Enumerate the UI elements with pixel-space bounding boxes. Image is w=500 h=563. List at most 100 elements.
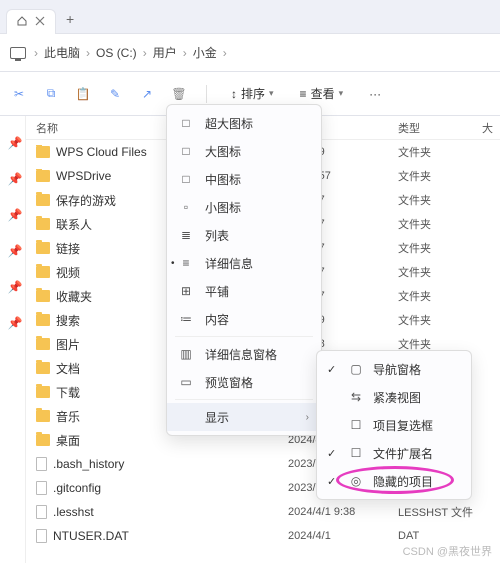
menu-item[interactable]: □中图标 (167, 165, 321, 193)
menu-separator (175, 399, 313, 400)
this-pc-icon[interactable] (10, 47, 26, 59)
folder-icon (36, 218, 50, 230)
menu-label: 大图标 (205, 143, 241, 160)
column-type[interactable]: 类型 (392, 120, 482, 136)
chevron-down-icon: ▾ (339, 88, 344, 99)
view-option-icon: ≔ (179, 312, 193, 326)
folder-icon (36, 338, 50, 350)
view-button[interactable]: ≡ 查看 ▾ (294, 81, 350, 106)
close-icon[interactable] (35, 15, 45, 29)
file-type: 文件夹 (392, 144, 482, 160)
folder-icon (36, 146, 50, 158)
file-type: 文件夹 (392, 240, 482, 256)
folder-icon (36, 194, 50, 206)
breadcrumb[interactable]: › 此电脑 › OS (C:) › 用户 › 小金 › (34, 44, 227, 61)
file-name: 下载 (56, 384, 80, 401)
view-option-icon: □ (179, 172, 193, 186)
file-type: DAT (392, 530, 482, 542)
file-name: 图片 (56, 336, 80, 353)
view-option-icon: ⊞ (179, 284, 193, 298)
file-type: 文件夹 (392, 312, 482, 328)
menu-item[interactable]: ≡详细信息 (167, 249, 321, 277)
menu-item[interactable]: ▥详细信息窗格 (167, 340, 321, 368)
menu-item[interactable]: ⊞平铺 (167, 277, 321, 305)
folder-icon (36, 410, 50, 422)
folder-icon (36, 266, 50, 278)
file-name: 保存的游戏 (56, 192, 116, 209)
share-icon[interactable]: ↗ (138, 87, 156, 101)
pin-icon[interactable]: 📌 (8, 136, 18, 146)
address-bar: › 此电脑 › OS (C:) › 用户 › 小金 › (0, 34, 500, 72)
menu-item[interactable]: ▫小图标 (167, 193, 321, 221)
view-menu: □超大图标□大图标□中图标▫小图标≣列表≡详细信息⊞平铺≔内容▥详细信息窗格▭预… (166, 104, 322, 436)
option-icon: ⇆ (349, 390, 363, 404)
pin-icon[interactable]: 📌 (8, 316, 18, 326)
breadcrumb-item[interactable]: 小金 (193, 44, 217, 61)
pane-icon: ▭ (179, 375, 193, 389)
breadcrumb-item[interactable]: 此电脑 (44, 44, 80, 61)
new-tab-button[interactable]: + (66, 11, 74, 27)
delete-icon[interactable]: 🗑 (170, 87, 188, 101)
submenu-item[interactable]: ⇆ 紧凑视图 (317, 383, 471, 411)
table-row[interactable]: .lesshst2024/4/1 9:38LESSHST 文件 (26, 500, 500, 524)
file-name: WPSDrive (56, 169, 111, 183)
cut-icon[interactable]: ✂ (10, 87, 28, 101)
submenu-item[interactable]: ✓▢导航窗格 (317, 355, 471, 383)
option-icon: ▢ (349, 362, 363, 376)
file-name: 文档 (56, 360, 80, 377)
pin-icon[interactable]: 📌 (8, 208, 18, 218)
sort-button[interactable]: ↕ 排序 ▾ (225, 81, 280, 106)
file-date: 2024/4/1 (282, 530, 392, 542)
column-size[interactable]: 大 (482, 120, 500, 136)
submenu-label: 紧凑视图 (373, 389, 421, 406)
file-type: 文件夹 (392, 192, 482, 208)
view-option-icon: □ (179, 116, 193, 130)
paste-icon[interactable]: 📋 (74, 87, 92, 101)
column-name-label: 名称 (36, 120, 58, 136)
folder-icon (36, 170, 50, 182)
option-icon: ◎ (349, 474, 363, 488)
menu-item[interactable]: □ 超大图标 (167, 109, 321, 137)
menu-label: 超大图标 (205, 115, 253, 132)
submenu-item[interactable]: ☐项目复选框 (317, 411, 471, 439)
menu-label: 小图标 (205, 199, 241, 216)
submenu-item[interactable]: ✓◎隐藏的项目 (317, 467, 471, 495)
pin-icon[interactable]: 📌 (8, 244, 18, 254)
file-name: 桌面 (56, 432, 80, 449)
more-button[interactable]: ··· (363, 83, 387, 105)
rename-icon[interactable]: ✎ (106, 87, 124, 101)
tab-current[interactable] (6, 9, 56, 34)
breadcrumb-item[interactable]: OS (C:) (96, 46, 137, 60)
menu-item[interactable]: ≣列表 (167, 221, 321, 249)
pin-icon[interactable]: 📌 (8, 172, 18, 182)
file-name: .bash_history (53, 457, 124, 471)
nav-sidebar: 📌 📌 📌 📌 📌 📌 (0, 116, 26, 563)
chevron-right-icon: › (183, 46, 187, 60)
file-name: 联系人 (56, 216, 92, 233)
sort-icon: ↕ (231, 87, 237, 101)
chevron-right-icon: › (223, 46, 227, 60)
copy-icon[interactable]: ⧉ (42, 86, 60, 101)
folder-icon (36, 314, 50, 326)
folder-icon (36, 290, 50, 302)
menu-item[interactable]: ▭预览窗格 (167, 368, 321, 396)
file-icon (36, 457, 47, 471)
tab-bar: + (0, 0, 500, 34)
submenu-item[interactable]: ✓☐文件扩展名 (317, 439, 471, 467)
sort-label: 排序 (241, 85, 265, 102)
home-icon (17, 15, 27, 29)
file-type: 文件夹 (392, 288, 482, 304)
file-name: .lesshst (53, 505, 94, 519)
file-type: 文件夹 (392, 216, 482, 232)
view-option-icon: ≣ (179, 228, 193, 242)
file-name: 链接 (56, 240, 80, 257)
breadcrumb-item[interactable]: 用户 (153, 44, 177, 61)
menu-item[interactable]: □大图标 (167, 137, 321, 165)
pin-icon[interactable]: 📌 (8, 280, 18, 290)
toolbar-separator (206, 85, 207, 103)
file-icon (36, 481, 47, 495)
file-type: 文件夹 (392, 168, 482, 184)
file-type: LESSHST 文件 (392, 504, 482, 520)
menu-item-show[interactable]: 显示› (167, 403, 321, 431)
menu-item[interactable]: ≔内容 (167, 305, 321, 333)
